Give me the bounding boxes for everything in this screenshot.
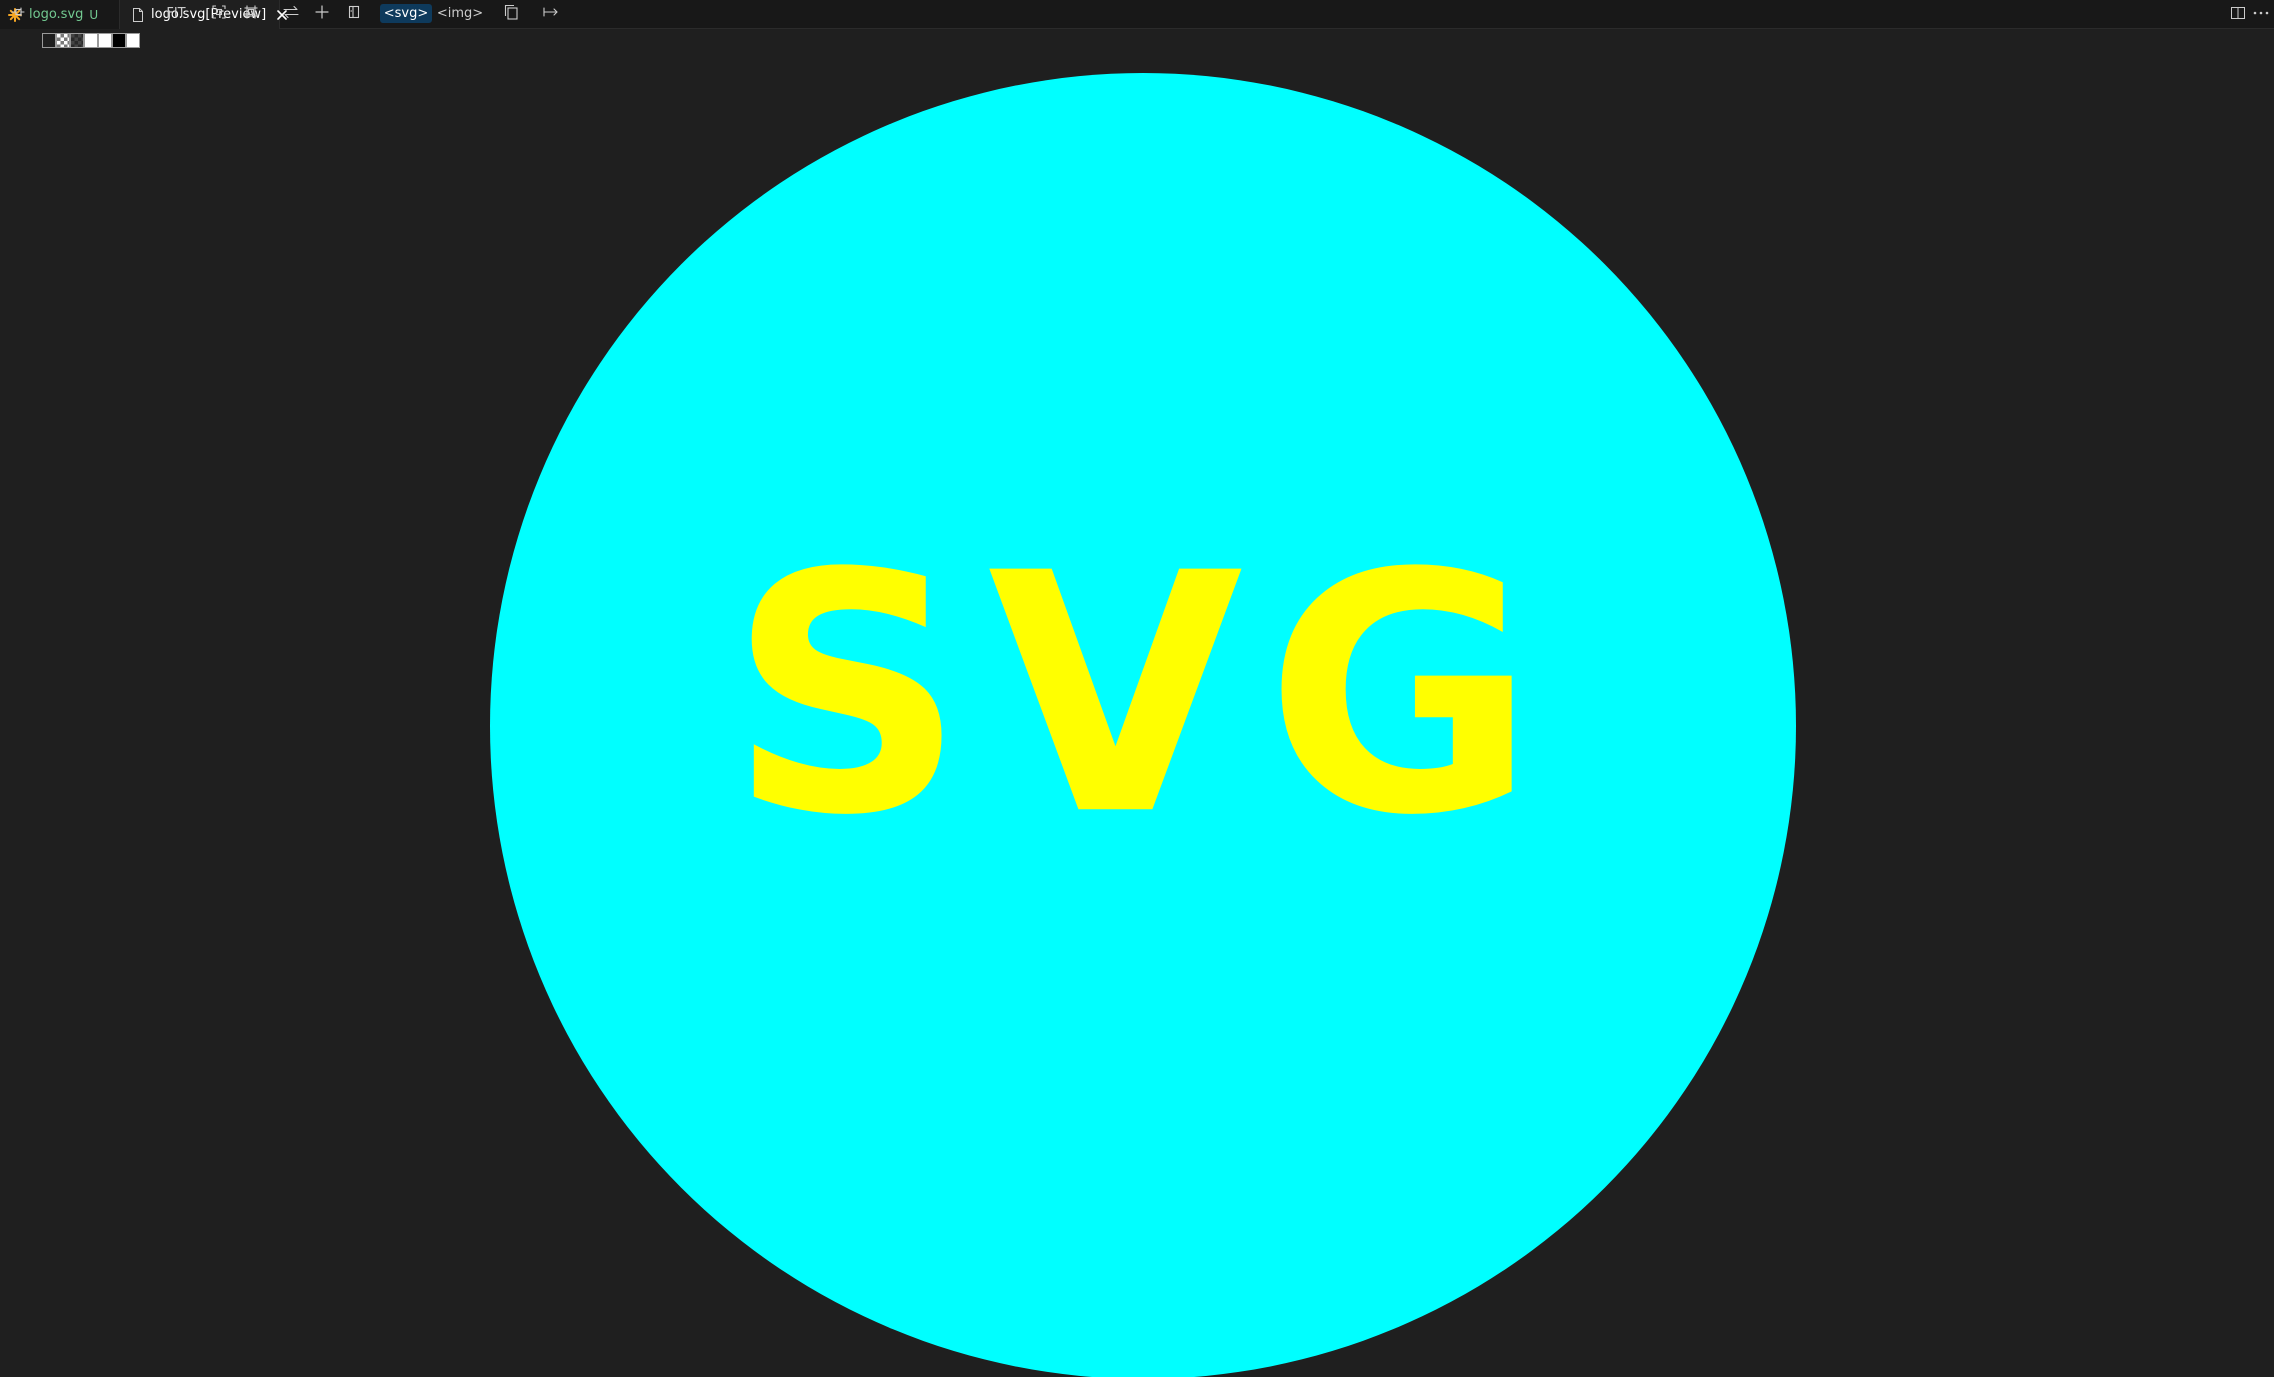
svg-tag-label: <svg> xyxy=(383,6,429,21)
split-editor-icon xyxy=(2230,5,2246,25)
swap-button[interactable] xyxy=(280,4,302,23)
background-white-alt-swatch[interactable] xyxy=(126,33,140,48)
preview-image: SVG xyxy=(490,73,1796,1377)
export-button[interactable] xyxy=(540,4,562,23)
fit-label: FIT xyxy=(166,6,186,21)
background-light-swatch[interactable] xyxy=(98,33,112,48)
actual-size-button[interactable] xyxy=(241,4,261,23)
panel-toggle-button[interactable] xyxy=(344,4,364,23)
svg-tag-button[interactable]: <svg> xyxy=(380,4,432,23)
split-editor-button[interactable] xyxy=(2230,0,2246,29)
preview-canvas: SVG xyxy=(0,56,2274,1377)
pin-icon xyxy=(11,5,25,23)
background-checker-dark-swatch[interactable] xyxy=(70,33,84,48)
background-white-swatch[interactable] xyxy=(84,33,98,48)
img-tag-button[interactable]: <img> xyxy=(436,4,484,23)
svg-preview-editor: logo.svg U logo.svg[Preview] FIT <svg> <… xyxy=(0,0,2274,1377)
frame-icon xyxy=(244,5,258,23)
panel-icon xyxy=(348,5,360,23)
more-actions-button[interactable] xyxy=(2252,0,2270,29)
tab-bar: logo.svg U logo.svg[Preview] xyxy=(0,0,2274,29)
tab-label: logo.svg xyxy=(29,7,84,22)
preview-file-icon xyxy=(132,7,144,22)
background-checker-light-swatch[interactable] xyxy=(56,33,70,48)
swap-arrows-icon xyxy=(283,5,299,23)
focus-frame-icon xyxy=(212,4,226,23)
preview-toolbar xyxy=(0,29,2274,56)
logo-text: SVG xyxy=(728,503,1558,887)
pin-button[interactable] xyxy=(8,4,28,23)
untracked-status-badge: U xyxy=(89,7,99,22)
background-dark-swatch[interactable] xyxy=(42,33,56,48)
img-tag-label: <img> xyxy=(436,6,484,21)
fit-button[interactable]: FIT xyxy=(160,4,192,23)
plus-icon xyxy=(315,4,329,23)
arrow-right-bar-icon xyxy=(543,5,559,23)
background-black-swatch[interactable] xyxy=(112,33,126,48)
copy-icon xyxy=(504,4,518,24)
copy-button[interactable] xyxy=(500,4,522,23)
ellipsis-icon xyxy=(2252,5,2270,25)
crosshair-button[interactable] xyxy=(312,4,332,23)
zoom-fit-button[interactable] xyxy=(209,4,229,23)
